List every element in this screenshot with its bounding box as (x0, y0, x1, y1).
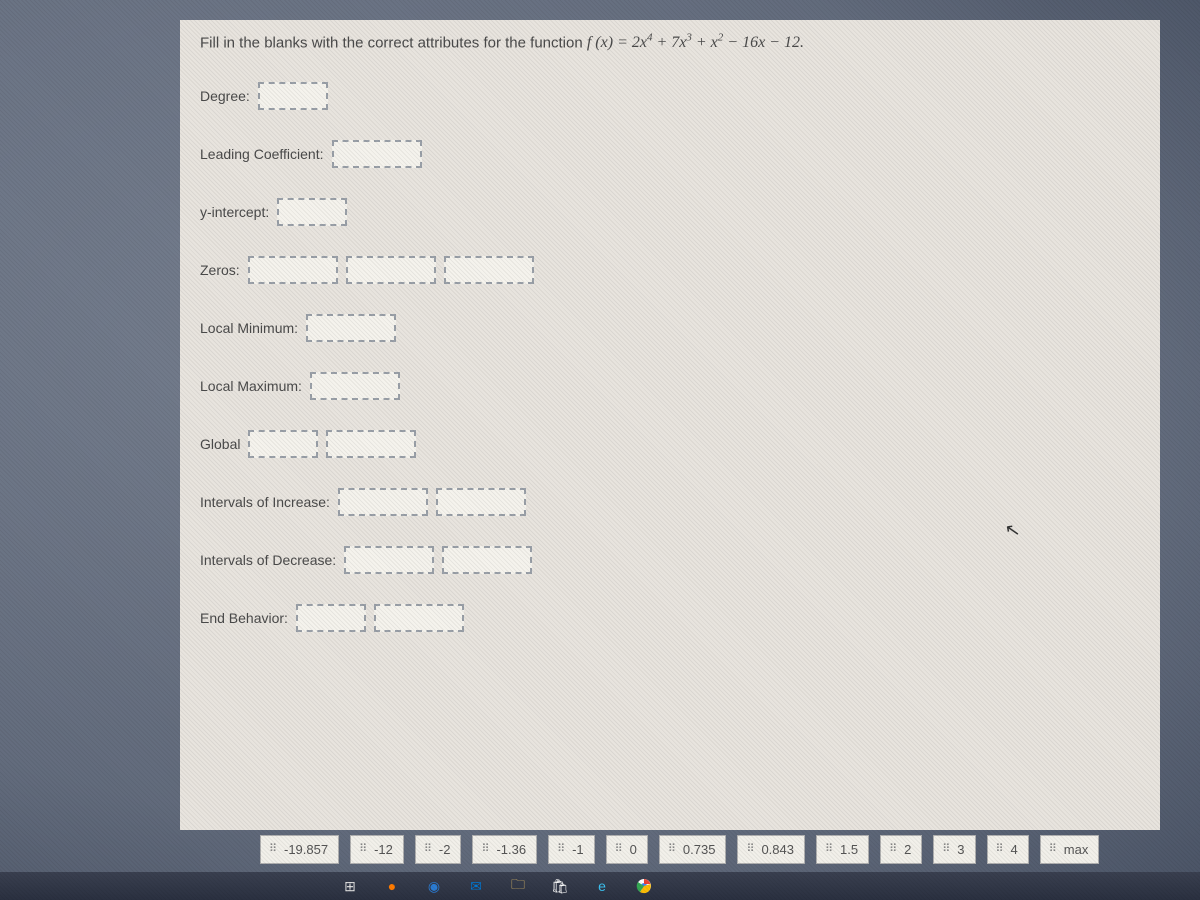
row-local-max: Local Maximum: (200, 372, 1140, 400)
tile-neg19-857[interactable]: -19.857 (260, 835, 339, 864)
label-intervals-inc: Intervals of Increase: (200, 494, 330, 510)
drag-handle-icon (1051, 845, 1059, 855)
drop-global-2[interactable] (326, 430, 416, 458)
drop-end-behavior-2[interactable] (374, 604, 464, 632)
tile-0-735[interactable]: 0.735 (659, 835, 727, 864)
drag-handle-icon (483, 845, 491, 855)
label-y-intercept: y-intercept: (200, 204, 269, 220)
drag-handle-icon (827, 845, 835, 855)
tile-max[interactable]: max (1040, 835, 1100, 864)
prompt-intro: Fill in the blanks with the correct attr… (200, 34, 587, 51)
drag-handle-icon (748, 845, 756, 855)
label-degree: Degree: (200, 88, 250, 104)
row-global: Global (200, 430, 1140, 458)
windows-taskbar: ⊞ ● ◉ ✉ 🗀 🛍 e (0, 872, 1200, 900)
tile-4[interactable]: 4 (987, 835, 1029, 864)
tile-neg12[interactable]: -12 (350, 835, 404, 864)
drag-handle-icon (271, 845, 279, 855)
drop-zeros-1[interactable] (248, 256, 338, 284)
drag-handle-icon (361, 845, 369, 855)
outlook-icon[interactable]: ◉ (424, 876, 444, 896)
tile-0[interactable]: 0 (606, 835, 648, 864)
edge-icon[interactable]: e (592, 876, 612, 896)
function-expression: f (x) = 2x4 + 7x3 + x2 − 16x − 12. (587, 34, 804, 51)
label-end-behavior: End Behavior: (200, 610, 288, 626)
drop-end-behavior-1[interactable] (296, 604, 366, 632)
file-explorer-icon[interactable]: 🗀 (508, 876, 528, 896)
drop-intervals-inc-1[interactable] (338, 488, 428, 516)
tile-neg1[interactable]: -1 (548, 835, 595, 864)
tile-neg2[interactable]: -2 (415, 835, 462, 864)
drop-zeros-3[interactable] (444, 256, 534, 284)
row-intervals-inc: Intervals of Increase: (200, 488, 1140, 516)
drop-intervals-dec-2[interactable] (442, 546, 532, 574)
drag-handle-icon (891, 845, 899, 855)
chrome-icon[interactable] (634, 876, 654, 896)
drop-y-intercept[interactable] (277, 198, 347, 226)
tile-0-843[interactable]: 0.843 (737, 835, 805, 864)
drop-intervals-dec-1[interactable] (344, 546, 434, 574)
row-zeros: Zeros: (200, 256, 1140, 284)
answer-tiles-tray: -19.857 -12 -2 -1.36 -1 0 0.735 0.843 1.… (260, 835, 1099, 864)
drop-global-1[interactable] (248, 430, 318, 458)
label-zeros: Zeros: (200, 262, 240, 278)
drag-handle-icon (617, 845, 625, 855)
drag-handle-icon (944, 845, 952, 855)
row-end-behavior: End Behavior: (200, 604, 1140, 632)
row-y-intercept: y-intercept: (200, 198, 1140, 226)
worksheet-panel: Fill in the blanks with the correct attr… (180, 20, 1160, 830)
drag-handle-icon (559, 845, 567, 855)
drop-intervals-inc-2[interactable] (436, 488, 526, 516)
drop-degree[interactable] (258, 82, 328, 110)
drop-zeros-2[interactable] (346, 256, 436, 284)
label-leading-coeff: Leading Coefficient: (200, 146, 324, 162)
label-global: Global (200, 436, 240, 452)
tile-1-5[interactable]: 1.5 (816, 835, 869, 864)
drop-local-min[interactable] (306, 314, 396, 342)
tile-2[interactable]: 2 (880, 835, 922, 864)
drop-leading-coeff[interactable] (332, 140, 422, 168)
drag-handle-icon (998, 845, 1006, 855)
task-view-icon[interactable]: ⊞ (340, 876, 360, 896)
drop-local-max[interactable] (310, 372, 400, 400)
tile-neg1-36[interactable]: -1.36 (472, 835, 537, 864)
mail-icon[interactable]: ✉ (466, 876, 486, 896)
row-degree: Degree: (200, 82, 1140, 110)
label-local-min: Local Minimum: (200, 320, 298, 336)
tile-3[interactable]: 3 (933, 835, 975, 864)
drag-handle-icon (670, 845, 678, 855)
label-intervals-dec: Intervals of Decrease: (200, 552, 336, 568)
row-leading-coeff: Leading Coefficient: (200, 140, 1140, 168)
cursor-icon: ↖ (1003, 519, 1022, 542)
row-intervals-dec: Intervals of Decrease: (200, 546, 1140, 574)
firefox-icon[interactable]: ● (382, 876, 402, 896)
label-local-max: Local Maximum: (200, 378, 302, 394)
question-prompt: Fill in the blanks with the correct attr… (200, 32, 1140, 52)
store-icon[interactable]: 🛍 (550, 876, 570, 896)
drag-handle-icon (426, 845, 434, 855)
row-local-min: Local Minimum: (200, 314, 1140, 342)
